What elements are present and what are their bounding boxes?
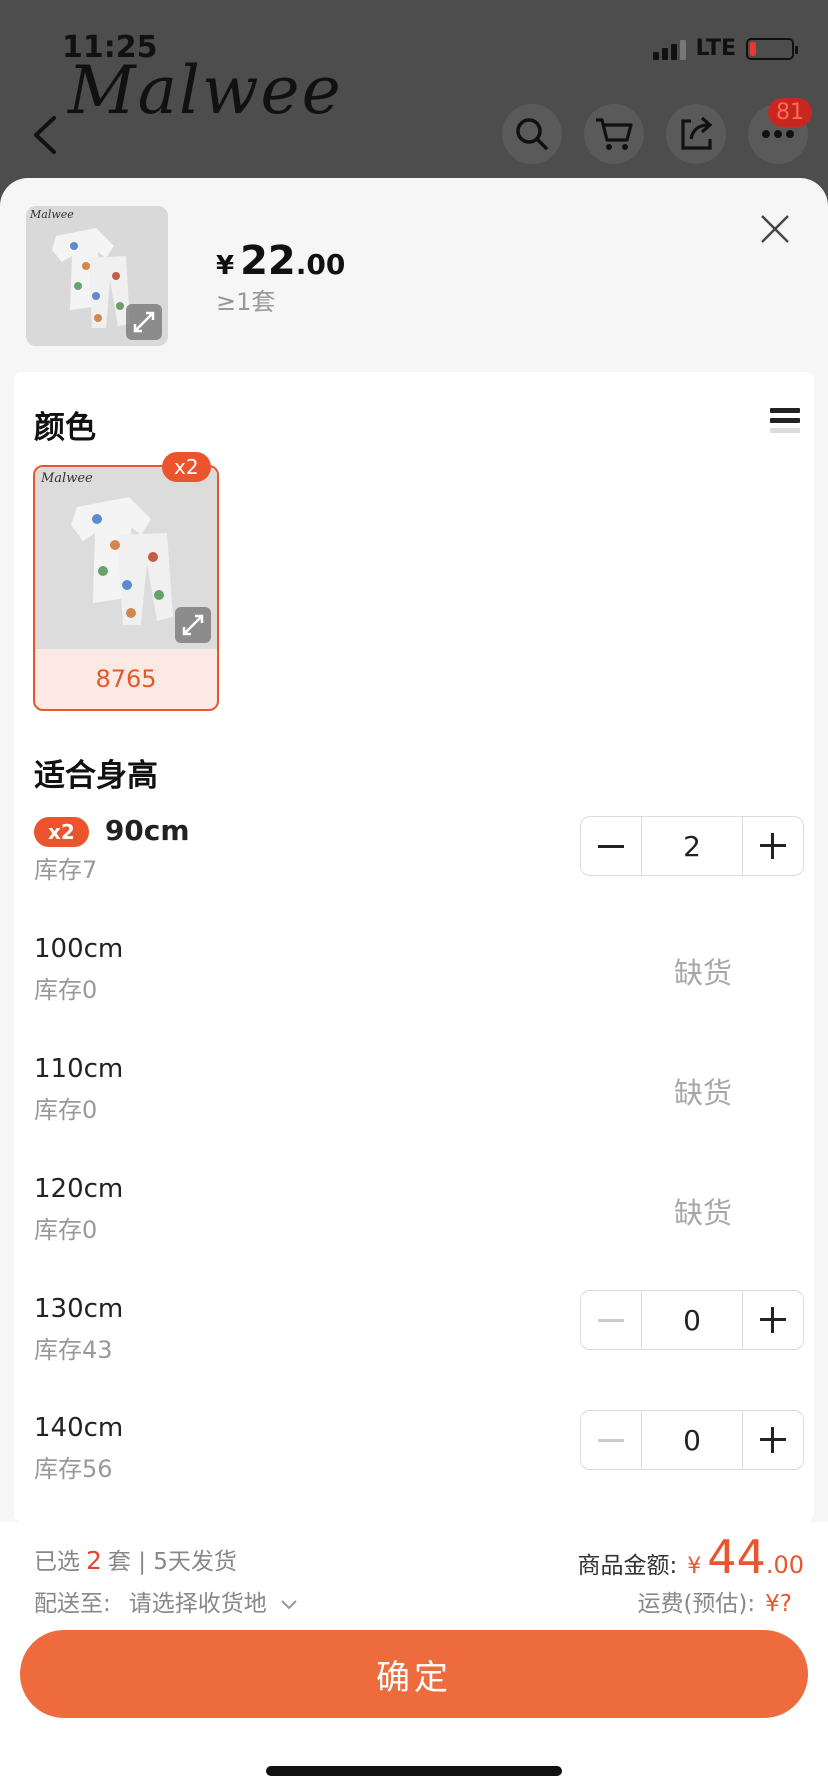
quantity-input[interactable]: 2 bbox=[641, 817, 743, 875]
plus-icon bbox=[760, 1307, 786, 1333]
size-value: 130cm bbox=[34, 1294, 124, 1324]
price-decimal: .00 bbox=[295, 248, 346, 281]
amount-currency: ¥ bbox=[687, 1554, 702, 1579]
back-icon[interactable] bbox=[26, 110, 66, 160]
size-value: 90cm bbox=[104, 814, 190, 847]
stock-label: 库存0 bbox=[34, 1216, 98, 1244]
color-option-image: Malwee bbox=[35, 467, 217, 649]
ship-to-label: 配送至: bbox=[34, 1591, 111, 1617]
quantity-stepper: 0 bbox=[580, 1290, 804, 1350]
quantity-stepper: 2 bbox=[580, 816, 804, 876]
ship-to-address: 请选择收货地 bbox=[128, 1591, 267, 1617]
color-qty-badge: x2 bbox=[162, 452, 211, 482]
minimum-order: ≥1套 bbox=[216, 288, 276, 316]
size-row-120cm: 120cm 库存0 缺货 bbox=[34, 1174, 804, 1274]
size-row-140cm: 140cm 库存56 0 bbox=[34, 1410, 804, 1513]
decrease-button[interactable] bbox=[581, 1411, 641, 1469]
chevron-down-icon bbox=[281, 1600, 297, 1610]
selected-summary: 已选 2 套 | 5天发货 bbox=[34, 1542, 237, 1576]
size-qty-badge: x2 bbox=[34, 817, 89, 847]
size-value: 100cm bbox=[34, 934, 124, 964]
close-icon[interactable] bbox=[758, 212, 792, 246]
quantity-input[interactable]: 0 bbox=[641, 1291, 743, 1349]
size-row-130cm: 130cm 库存43 0 bbox=[34, 1290, 804, 1394]
expand-icon bbox=[182, 614, 204, 636]
message-count-badge: 81 bbox=[768, 98, 812, 127]
plus-icon bbox=[760, 1427, 786, 1453]
minus-icon bbox=[598, 844, 624, 848]
increase-button[interactable] bbox=[743, 1411, 803, 1469]
size-row-100cm: 100cm 库存0 缺货 bbox=[34, 934, 804, 1034]
sku-selector-sheet: Malwee ¥ 22 .00 ≥1套 颜色 x2 Malwee 8765 适合… bbox=[0, 178, 828, 1792]
signal-icon bbox=[652, 38, 686, 60]
search-button[interactable] bbox=[502, 104, 562, 164]
increase-button[interactable] bbox=[743, 817, 803, 875]
minus-icon bbox=[598, 1438, 624, 1442]
selected-suffix: 套 | 5天发货 bbox=[107, 1549, 237, 1575]
more-button[interactable]: 81 bbox=[748, 98, 812, 164]
stock-label: 库存56 bbox=[34, 1455, 113, 1483]
minus-icon bbox=[598, 1318, 624, 1322]
color-option-label: 8765 bbox=[95, 665, 157, 693]
ship-to-row[interactable]: 配送至: 请选择收货地 bbox=[34, 1584, 298, 1618]
sheet-header: Malwee ¥ 22 .00 ≥1套 bbox=[0, 178, 828, 372]
cart-icon bbox=[596, 118, 633, 150]
order-summary-footer: 已选 2 套 | 5天发货 配送至: 请选择收货地 商品金额: ¥ 44 .00 运费… bbox=[0, 1522, 828, 1792]
amount-decimal: .00 bbox=[765, 1551, 804, 1579]
expand-image-button[interactable] bbox=[175, 607, 211, 643]
product-price: ¥ 22 .00 bbox=[216, 238, 345, 284]
size-value: 140cm bbox=[34, 1413, 124, 1443]
quantity-input[interactable]: 0 bbox=[641, 1411, 743, 1469]
size-value: 120cm bbox=[34, 1174, 124, 1204]
size-row-110cm: 110cm 库存0 缺货 bbox=[34, 1054, 804, 1154]
brand-logo: Malwee bbox=[68, 52, 343, 129]
price-currency: ¥ bbox=[216, 251, 235, 281]
more-icon bbox=[762, 130, 794, 138]
color-option-8765[interactable]: Malwee 8765 bbox=[33, 465, 219, 711]
stock-label: 库存0 bbox=[34, 976, 98, 1004]
color-section-title: 颜色 bbox=[34, 410, 96, 446]
size-section-title: 适合身高 bbox=[34, 758, 158, 794]
size-value: 110cm bbox=[34, 1054, 124, 1084]
freight-estimate: 运费(预估): ¥? bbox=[637, 1584, 792, 1618]
freight-value: ¥? bbox=[765, 1591, 792, 1617]
out-of-stock-label: 缺货 bbox=[673, 1076, 732, 1110]
price-integer: 22 bbox=[240, 238, 296, 284]
sku-options-panel: 颜色 x2 Malwee 8765 适合身高 x2 90cm 库存7 2 100… bbox=[14, 372, 814, 1522]
cart-button[interactable] bbox=[584, 104, 644, 164]
product-thumbnail[interactable]: Malwee bbox=[26, 206, 168, 346]
amount-integer: 44 bbox=[707, 1530, 766, 1584]
share-button[interactable] bbox=[666, 104, 726, 164]
stock-label: 库存7 bbox=[34, 856, 98, 884]
stock-label: 库存0 bbox=[34, 1096, 98, 1124]
selected-prefix: 已选 bbox=[34, 1549, 80, 1575]
size-row-90cm: x2 90cm 库存7 2 bbox=[34, 814, 804, 914]
increase-button[interactable] bbox=[743, 1291, 803, 1349]
selected-count: 2 bbox=[86, 1546, 102, 1575]
freight-label: 运费(预估): bbox=[637, 1591, 756, 1617]
expand-image-button[interactable] bbox=[126, 304, 162, 340]
expand-icon bbox=[133, 311, 155, 333]
size-label: x2 90cm bbox=[34, 814, 190, 847]
decrease-button[interactable] bbox=[581, 1291, 641, 1349]
quantity-stepper: 0 bbox=[580, 1410, 804, 1470]
out-of-stock-label: 缺货 bbox=[673, 956, 732, 990]
goods-amount: 商品金额: ¥ 44 .00 bbox=[578, 1530, 804, 1584]
header-actions: 81 bbox=[502, 98, 812, 164]
decrease-button[interactable] bbox=[581, 817, 641, 875]
out-of-stock-label: 缺货 bbox=[673, 1196, 732, 1230]
amount-label: 商品金额: bbox=[577, 1553, 678, 1579]
home-indicator bbox=[266, 1766, 562, 1776]
network-label: LTE bbox=[695, 36, 736, 61]
share-icon bbox=[681, 116, 713, 150]
stock-label: 库存43 bbox=[34, 1336, 113, 1364]
status-bar-right: LTE bbox=[652, 36, 798, 61]
confirm-button[interactable]: 确定 bbox=[20, 1630, 808, 1718]
search-icon bbox=[516, 118, 548, 150]
list-view-toggle-icon[interactable] bbox=[770, 408, 800, 442]
battery-icon bbox=[746, 37, 798, 60]
plus-icon bbox=[760, 833, 786, 859]
